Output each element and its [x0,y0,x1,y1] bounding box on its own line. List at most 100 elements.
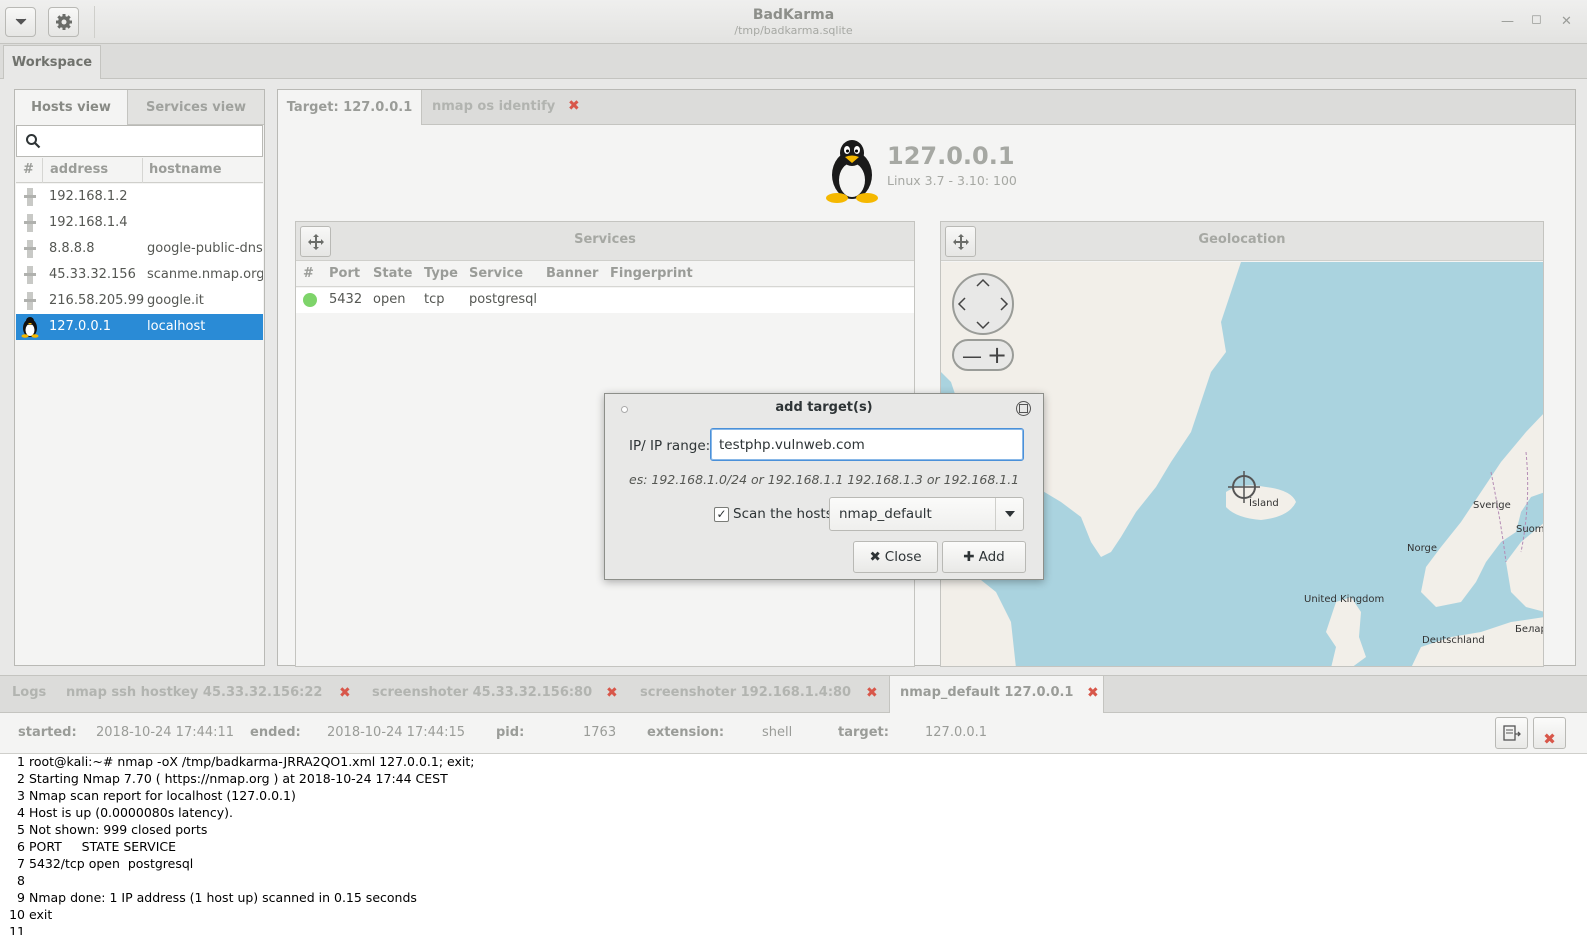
host-address: 127.0.0.1 [49,319,112,334]
column-header-hostname[interactable]: hostname [149,162,222,177]
kill-task-button[interactable]: ✖ [1533,717,1566,749]
add-button[interactable]: ✚ Add [942,541,1026,573]
map-label: Norge [1407,543,1438,554]
linux-tux-icon [826,140,878,203]
generic-host-icon [24,188,36,206]
plus-icon: ✚ [963,549,975,565]
console-line: 8 [17,873,25,888]
service-row[interactable]: 5432 open tcp postgresql [296,288,914,313]
ip-range-hint: es: 192.168.1.0/24 or 192.168.1.1 192.16… [629,472,1020,487]
tab-workspace[interactable]: Workspace [3,45,101,79]
services-panel-header: Services [296,222,914,261]
scan-profile-select[interactable]: nmap_default [829,497,1024,531]
service-state: open [373,292,406,307]
host-row[interactable]: 45.33.32.156 scanme.nmap.org [16,262,263,288]
column-header-number[interactable]: # [303,266,314,281]
tab-services-view[interactable]: Services view [128,90,264,125]
console-line: 1 root@kali:~# nmap -oX /tmp/badkarma-JRR… [17,754,475,769]
host-os-label: Linux 3.7 - 3.10: 100 [887,173,1017,188]
close-tab-icon[interactable]: ✖ [568,98,580,114]
close-button[interactable]: ✖ Close [853,541,938,573]
dropdown-arrow[interactable] [995,498,1023,530]
pid-label: pid: [496,725,525,740]
zoom-in-icon[interactable]: + [987,341,1007,369]
tab-logs[interactable]: Logs [12,685,46,700]
console-line: 10 exit [9,907,53,922]
host-row[interactable]: 8.8.8.8 google-public-dns [16,236,263,262]
host-address: 8.8.8.8 [49,241,95,256]
close-tab-icon[interactable]: ✖ [1087,685,1099,701]
host-address: 216.58.205.99 [49,293,145,308]
hosts-search-input[interactable] [16,125,263,157]
host-ip-heading: 127.0.0.1 [887,142,1015,170]
column-header-address[interactable]: address [50,162,108,177]
column-header-number[interactable]: # [23,162,34,177]
geolocation-panel-header: Geolocation [941,222,1543,261]
scan-hosts-checkbox[interactable]: ✓ [714,507,729,522]
host-address: 192.168.1.2 [49,189,128,204]
map-pan-control[interactable] [952,273,1014,335]
dialog-maximize-icon[interactable] [1016,401,1031,416]
close-tab-icon[interactable]: ✖ [606,685,618,701]
zoom-out-icon[interactable]: — [962,344,982,368]
console-line: 6 PORT STATE SERVICE [17,839,177,854]
ip-range-label: IP/ IP range: [629,438,711,454]
host-row-selected[interactable]: 127.0.0.1 localhost [16,314,263,340]
add-button-label: Add [978,549,1005,565]
minimize-icon[interactable]: — [1501,14,1514,29]
column-header-banner[interactable]: Banner [546,266,598,281]
console-line: 11 [9,924,25,935]
task-tabbar: Logs nmap ssh hostkey 45.33.32.156:22 ✖ … [0,675,1587,714]
generic-host-icon [24,292,36,310]
tab-hosts-view[interactable]: Hosts view [15,90,128,125]
workspace-tabbar: Workspace [0,44,1587,79]
console-line: 3 Nmap scan report for localhost (127.0.0… [17,788,296,803]
column-header-type[interactable]: Type [424,266,458,281]
host-hostname: google.it [147,293,204,308]
host-row[interactable]: 216.58.205.99 google.it [16,288,263,314]
generic-host-icon [24,240,36,258]
maximize-icon[interactable]: ◻ [1531,12,1542,27]
window-subtitle: /tmp/badkarma.sqlite [734,24,853,37]
window-title: BadKarma [752,7,835,23]
host-address: 192.168.1.4 [49,215,128,230]
generic-host-icon [24,266,36,284]
console-output[interactable]: 1 root@kali:~# nmap -oX /tmp/badkarma-JRR… [0,754,1587,935]
host-row[interactable]: 192.168.1.2 [16,184,263,210]
map-label: United Kingdom [1304,594,1385,605]
services-title: Services [574,232,636,247]
tab-task[interactable]: nmap ssh hostkey 45.33.32.156:22 [66,685,322,700]
tab-nmap-os-identify[interactable]: nmap os identify [432,99,555,114]
close-icon[interactable]: ✕ [1561,14,1572,29]
tab-target[interactable]: Target: 127.0.0.1 [278,90,422,125]
host-hostname: google-public-dns [147,241,263,256]
column-header-state[interactable]: State [373,266,412,281]
column-header-port[interactable]: Port [329,266,360,281]
target-tabbar: Target: 127.0.0.1 nmap os identify ✖ [278,90,1575,125]
close-tab-icon[interactable]: ✖ [866,685,878,701]
map-label: Ísland [1249,498,1279,509]
close-x-icon: ✖ [1543,730,1556,748]
column-header-service[interactable]: Service [469,266,523,281]
target-label: target: [838,725,889,740]
scan-hosts-label[interactable]: Scan the hosts [733,506,833,522]
service-port: 5432 [329,292,363,307]
started-label: started: [18,725,77,740]
dialog-title: add target(s) [775,400,873,415]
map-label: Sverige [1473,500,1511,511]
tab-task[interactable]: screenshoter 45.33.32.156:80 [372,685,592,700]
chevron-down-icon [1004,511,1015,517]
tab-task[interactable]: screenshoter 192.168.1.4:80 [640,685,851,700]
export-button[interactable] [1495,717,1528,749]
started-value: 2018-10-24 17:44:11 [96,725,235,740]
task-info-bar: started: 2018-10-24 17:44:11 ended: 2018… [0,713,1587,754]
column-header-fingerprint[interactable]: Fingerprint [610,266,693,281]
tab-task-active[interactable]: nmap_default 127.0.0.1 [900,685,1073,700]
close-tab-icon[interactable]: ✖ [339,685,351,701]
host-row[interactable]: 192.168.1.4 [16,210,263,236]
add-targets-dialog: add target(s) IP/ IP range: es: 192.168.… [604,393,1044,580]
host-hostname: scanme.nmap.org [147,267,263,282]
map-zoom-control[interactable]: — + [952,339,1014,371]
ip-range-input[interactable] [710,428,1024,461]
console-line: 4 Host is up (0.0000080s latency). [17,805,233,820]
